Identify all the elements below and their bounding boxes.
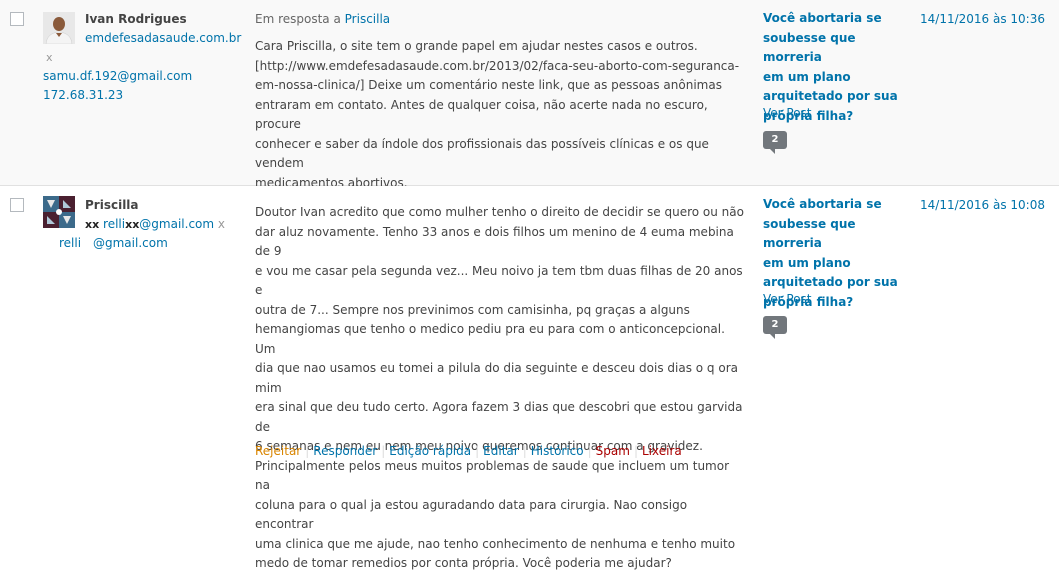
quick-edit-action[interactable]: Edição rápida — [389, 444, 471, 458]
comment-line: uma clinica que me ajude, nao tenho conh… — [255, 536, 736, 551]
author-ip-link[interactable]: 172.68.31.23 — [43, 88, 123, 102]
identicon-icon — [43, 196, 75, 228]
comment-line: dia que nao usamos eu tomei a pilula do … — [255, 361, 738, 395]
comment-date-link[interactable]: 14/11/2016 às 10:36 — [920, 12, 1045, 26]
action-separator: | — [475, 444, 480, 458]
author-email-link[interactable]: @gmail.com — [139, 217, 214, 231]
email-part[interactable]: relli — [103, 217, 125, 231]
comment-row: Priscilla xx rellixx@gmail.com x relli @… — [0, 186, 1059, 570]
post-title-line: arquitetado por sua — [763, 89, 898, 103]
remove-url-link[interactable]: x — [46, 51, 53, 64]
avatar — [43, 12, 75, 44]
remove-email-link[interactable]: x — [218, 217, 225, 231]
author-email-line: xx rellixx@gmail.com x — [85, 217, 225, 231]
view-post-link[interactable]: Ver Post — [763, 292, 812, 306]
post-title-line: em um plano — [763, 69, 851, 84]
comment-line: Principalmente pelos meus muitos problem… — [255, 458, 730, 493]
post-title-line: arquitetado por sua — [763, 275, 898, 289]
comment-line: e vou me casar pela segunda vez... Meu n… — [255, 263, 743, 298]
comment-select-checkbox[interactable] — [10, 12, 24, 26]
comment-line: hemangiomas que tenho o medico pediu pra… — [255, 322, 725, 356]
author-email-link[interactable]: samu.df.192@gmail.com — [43, 69, 192, 83]
post-title-line: Você abortaria se — [763, 197, 882, 211]
author-email-link[interactable]: @gmail.com — [93, 236, 168, 250]
comment-text: Cara Priscilla, o site tem o grande pape… — [255, 37, 745, 193]
email-redacted-part: xx — [125, 218, 140, 231]
comment-count-bubble[interactable]: 2 — [763, 316, 787, 339]
avatar — [43, 196, 75, 228]
post-title-line: em um plano — [763, 255, 851, 270]
comment-text: Doutor Ivan acredito que como mulher ten… — [255, 203, 745, 574]
reject-action[interactable]: Rejeitar — [255, 444, 301, 458]
comment-line: Cara Priscilla, o site tem o grande pape… — [255, 39, 698, 53]
post-title-line: soubesse que morreria — [763, 30, 856, 65]
action-separator: | — [381, 444, 386, 458]
comment-select-checkbox[interactable] — [10, 198, 24, 212]
comment-line: conhecer e saber da índole dos profissio… — [255, 136, 709, 171]
author-photo-icon — [43, 12, 75, 44]
author-url-link[interactable]: emdefesadasaude.com.br — [85, 31, 241, 45]
comment-line: entraram em contato. Antes de qualquer c… — [255, 97, 708, 132]
comment-line: era sinal que deu tudo certo. Agora faze… — [255, 400, 743, 434]
action-separator: | — [633, 444, 638, 458]
comment-line: dar aluz novamente. Tenho 33 anos e dois… — [255, 224, 734, 259]
comment-line: em-nossa-clinica/] Deixe um comentário n… — [255, 78, 722, 92]
comment-row: Ivan Rodrigues emdefesadasaude.com.br x … — [0, 0, 1059, 190]
action-separator: | — [522, 444, 527, 458]
reply-to-link[interactable]: Priscilla — [345, 12, 391, 26]
action-separator: | — [587, 444, 592, 458]
post-title-line: Você abortaria se — [763, 11, 882, 25]
author-name: Ivan Rodrigues — [85, 12, 187, 26]
comment-line: [http://www.emdefesadasaude.com.br/2013/… — [255, 58, 740, 73]
email-part[interactable]: relli — [59, 236, 81, 250]
trash-action[interactable]: Lixeira — [642, 444, 682, 458]
comment-line: outra de 7... Sempre nos previnimos com … — [255, 302, 690, 317]
spam-action[interactable]: Spam — [596, 444, 630, 458]
reply-action[interactable]: Responder — [313, 444, 377, 458]
email-redacted-part: xx — [85, 218, 100, 231]
comment-date-link[interactable]: 14/11/2016 às 10:08 — [920, 198, 1045, 212]
post-title-line: soubesse que morreria — [763, 216, 856, 251]
comment-line: Doutor Ivan acredito que como mulher ten… — [255, 205, 744, 219]
reply-prefix: Em resposta a — [255, 12, 341, 26]
comment-count-bubble[interactable]: 2 — [763, 131, 787, 154]
comment-line: coluna para o qual ja estou aguradando d… — [255, 497, 688, 532]
author-name: Priscilla — [85, 198, 139, 212]
history-action[interactable]: Histórico — [531, 444, 584, 458]
view-post-link[interactable]: Ver Post — [763, 106, 812, 120]
reply-context: Em resposta a Priscilla — [255, 12, 390, 26]
row-actions: Rejeitar | Responder | Edição rápida | Editar |… — [255, 444, 682, 458]
edit-action[interactable]: Editar — [483, 444, 519, 458]
action-separator: | — [305, 444, 310, 458]
comment-line: medo de tomar remedios por conta própria… — [255, 556, 672, 570]
